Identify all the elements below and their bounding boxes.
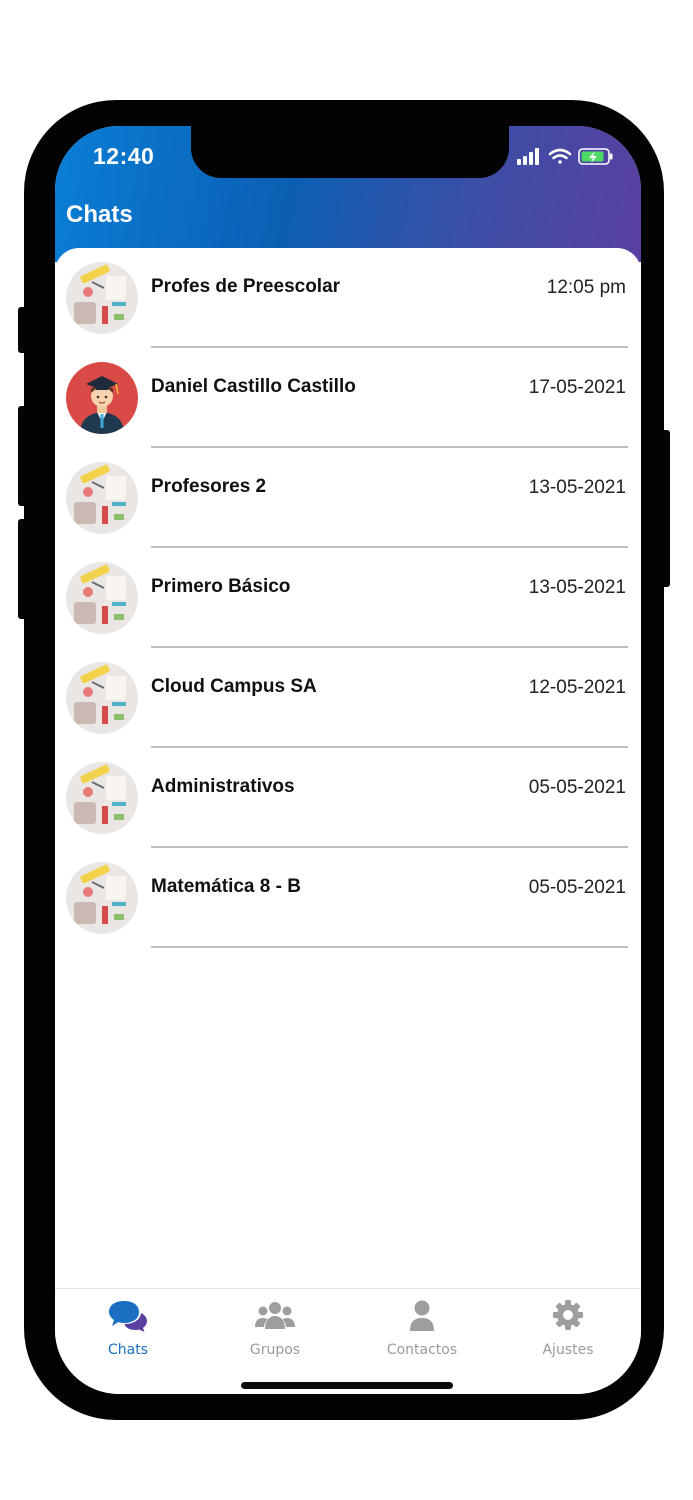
tab-label: Ajustes xyxy=(542,1342,594,1358)
chat-row[interactable]: Administrativos 05-05-2021 xyxy=(55,748,641,848)
status-time: 12:40 xyxy=(93,143,155,169)
status-icons xyxy=(517,148,613,165)
chat-timestamp: 05-05-2021 xyxy=(528,777,626,798)
chat-row[interactable]: Cloud Campus SA 12-05-2021 xyxy=(55,648,641,748)
chat-timestamp: 12-05-2021 xyxy=(528,677,626,698)
page-title: Chats xyxy=(66,201,133,228)
tab-contactos[interactable]: Contactos xyxy=(349,1289,495,1379)
chat-timestamp: 13-05-2021 xyxy=(528,477,626,498)
chat-name: Matemática 8 - B xyxy=(151,876,301,897)
app-screen: 12:40 Chats Profes de Preescolar 12:05 p… xyxy=(55,126,641,1394)
chat-row[interactable]: Daniel Castillo Castillo 17-05-2021 xyxy=(55,348,641,448)
wifi-icon xyxy=(548,148,572,164)
tab-label: Contactos xyxy=(386,1342,458,1358)
chat-row[interactable]: Profes de Preescolar 12:05 pm xyxy=(55,248,641,348)
chat-row[interactable]: Primero Básico 13-05-2021 xyxy=(55,548,641,648)
tab-ajustes[interactable]: Ajustes xyxy=(495,1289,641,1379)
chat-name: Daniel Castillo Castillo xyxy=(151,376,356,397)
chat-timestamp: 17-05-2021 xyxy=(528,377,626,398)
home-indicator xyxy=(241,1382,453,1389)
chat-timestamp: 13-05-2021 xyxy=(528,577,626,598)
stationery-group-avatar xyxy=(66,662,138,734)
battery-charging-icon xyxy=(578,148,613,165)
row-divider xyxy=(151,946,628,948)
chat-name: Profes de Preescolar xyxy=(151,276,341,297)
camera-notch xyxy=(191,126,509,178)
tab-label: Chats xyxy=(107,1342,148,1358)
tab-label: Grupos xyxy=(249,1342,301,1358)
chat-row[interactable]: Matemática 8 - B 05-05-2021 xyxy=(55,848,641,948)
cellular-signal-icon xyxy=(517,148,539,165)
gear-icon xyxy=(553,1300,583,1330)
stationery-group-avatar xyxy=(66,462,138,534)
bottom-tab-bar: Chats Grupos Contactos Ajustes xyxy=(55,1288,641,1394)
chat-name: Administrativos xyxy=(151,776,295,797)
tab-chats[interactable]: Chats xyxy=(55,1289,201,1379)
chat-timestamp: 12:05 pm xyxy=(546,277,626,298)
chat-name: Cloud Campus SA xyxy=(151,676,317,697)
group-icon xyxy=(255,1302,295,1329)
chat-name: Primero Básico xyxy=(151,576,291,597)
stationery-group-avatar xyxy=(66,862,138,934)
chat-list: Profes de Preescolar 12:05 pm Daniel Cas… xyxy=(55,248,641,1288)
chat-bubbles-icon xyxy=(109,1301,147,1332)
tab-grupos[interactable]: Grupos xyxy=(202,1289,348,1379)
chat-name: Profesores 2 xyxy=(151,476,267,497)
stationery-group-avatar xyxy=(66,762,138,834)
person-icon xyxy=(410,1300,434,1331)
graduate-person-avatar xyxy=(66,362,138,434)
stationery-group-avatar xyxy=(66,562,138,634)
chat-timestamp: 05-05-2021 xyxy=(528,877,626,898)
chat-row[interactable]: Profesores 2 13-05-2021 xyxy=(55,448,641,548)
stationery-group-avatar xyxy=(66,262,138,334)
